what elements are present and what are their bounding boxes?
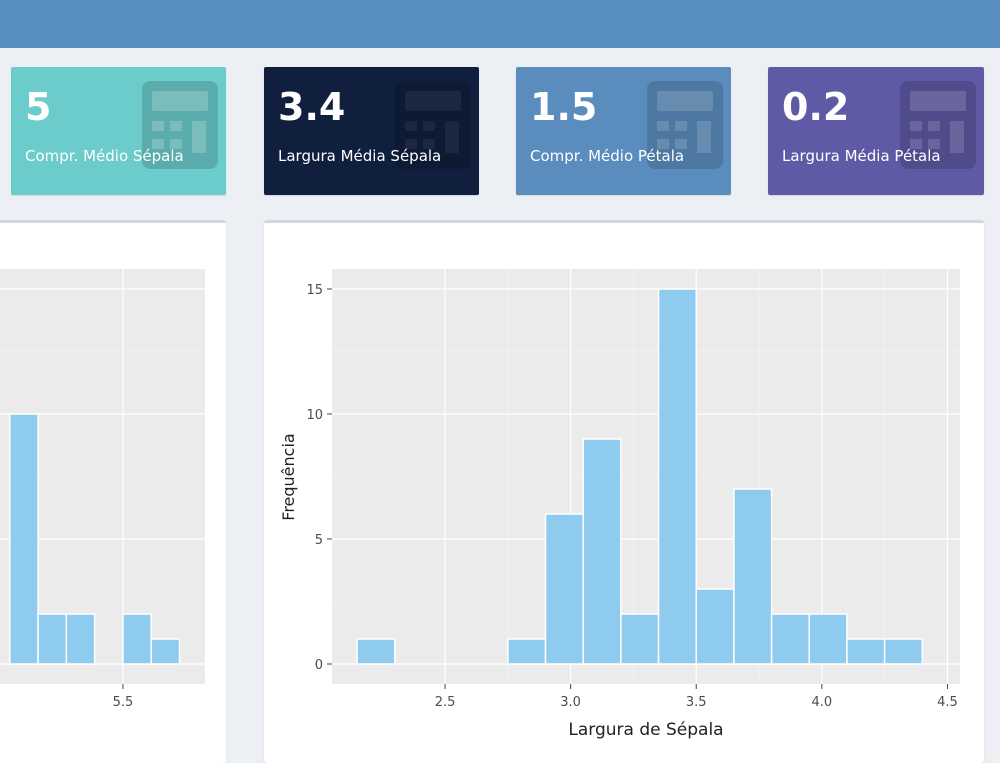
histogram-bar: [37, 613, 68, 665]
y-axis-label: Frequência: [279, 433, 298, 520]
histogram-bar: [620, 613, 660, 665]
x-tick-label: 4.5: [937, 695, 958, 710]
x-axis-label: Largura de Sépala: [568, 720, 723, 740]
value-box-value: 3.4: [278, 85, 346, 129]
histogram-bar: [9, 413, 39, 665]
histogram-bar: [122, 613, 152, 665]
histogram-bar: [770, 613, 811, 665]
value-box-value: 0.2: [782, 85, 850, 129]
x-tick-label: 3.0: [560, 695, 581, 710]
histogram-bar: [883, 638, 924, 665]
y-tick-label: 5: [315, 533, 323, 548]
histogram-bar: [65, 613, 96, 665]
histogram-bar: [695, 588, 735, 665]
x-tick-label: 4.0: [811, 695, 832, 710]
histogram-bar: [544, 513, 584, 665]
value-box-label: Compr. Médio Sépala: [25, 147, 184, 165]
value-box-label: Largura Média Sépala: [278, 147, 442, 165]
value-box-petal-width: 0.2 Largura Média Pétala: [768, 67, 984, 195]
value-box-sepal-width: 3.4 Largura Média Sépala: [264, 67, 479, 195]
histogram-bar: [356, 638, 396, 665]
value-box-value: 5: [25, 85, 52, 129]
histogram-bar: [582, 438, 622, 665]
histogram-bar: [808, 613, 848, 665]
value-box-label: Compr. Médio Pétala: [530, 147, 685, 165]
x-tick-label: 2.5: [435, 695, 456, 710]
y-tick-label: 10: [306, 408, 323, 423]
top-header-bar: [0, 0, 1000, 48]
histogram-bar: [657, 288, 697, 665]
histogram-sepal-length: 5.5: [0, 269, 205, 710]
x-tick-label: 3.5: [686, 695, 707, 710]
value-box-petal-length: 1.5 Compr. Médio Pétala: [516, 67, 731, 195]
histogram-bar: [733, 488, 773, 665]
y-tick-label: 0: [315, 658, 323, 673]
chart-panel-sepal-length: 5.5: [0, 220, 226, 763]
histogram-bar: [150, 638, 181, 665]
histogram-bar: [846, 638, 886, 665]
value-box-sepal-length: 5 Compr. Médio Sépala: [11, 67, 226, 195]
chart-panel-sepal-width: 2.5 3.0 3.5 4.0 4.5 0 5 10 15 Largura de Sépala…: [264, 220, 984, 763]
histogram-sepal-width: 2.5 3.0 3.5 4.0 4.5 0 5 10 15 Largura de Sépala…: [279, 269, 960, 740]
histogram-bar: [507, 638, 547, 665]
y-tick-label: 15: [306, 283, 323, 298]
x-tick-label: 5.5: [113, 695, 134, 710]
value-box-value: 1.5: [530, 85, 598, 129]
value-box-label: Largura Média Pétala: [782, 147, 941, 165]
